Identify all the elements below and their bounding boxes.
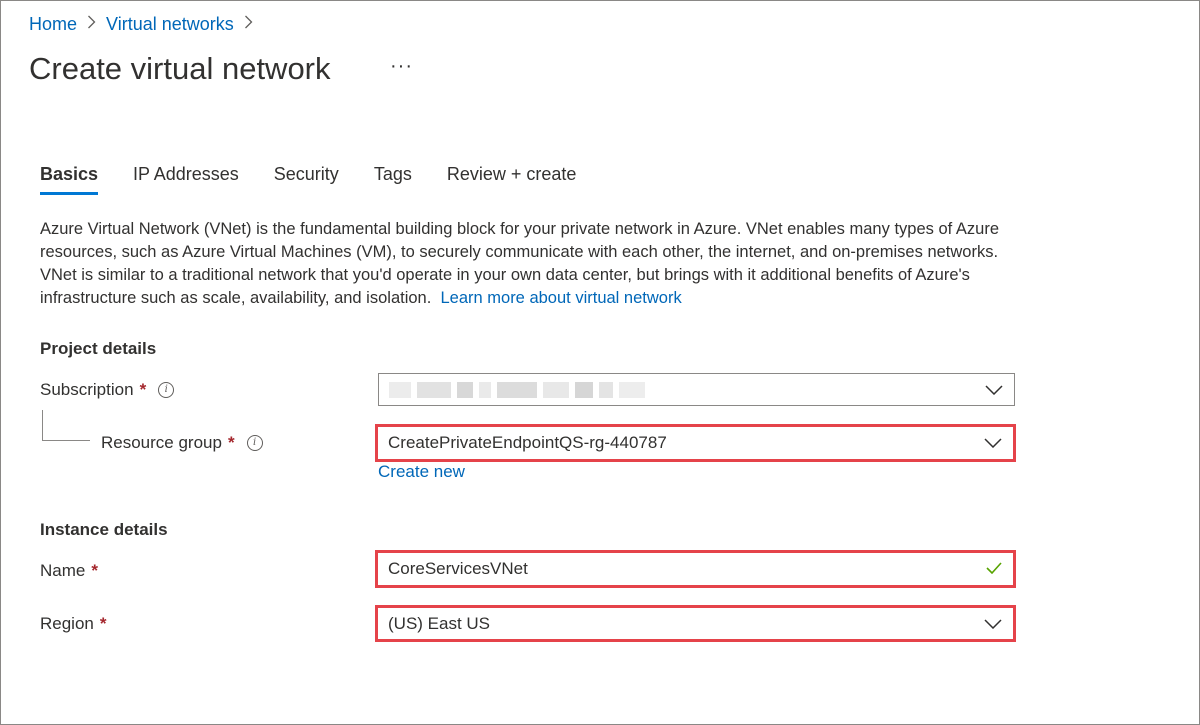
learn-more-link[interactable]: Learn more about virtual network (440, 289, 681, 307)
subscription-dropdown[interactable] (378, 373, 1015, 406)
create-new-link[interactable]: Create new (378, 462, 465, 482)
resource-group-label-text: Resource group (101, 433, 222, 452)
subscription-label-text: Subscription (40, 380, 134, 399)
description: Azure Virtual Network (VNet) is the fund… (40, 218, 1030, 310)
resource-group-label: Resource group * i (101, 433, 263, 453)
info-icon[interactable]: i (158, 382, 175, 398)
name-value: CoreServicesVNet (388, 559, 528, 578)
required-marker: * (91, 561, 98, 580)
required-marker: * (227, 433, 235, 452)
subscription-label: Subscription * i (40, 380, 175, 400)
resource-group-value: CreatePrivateEndpointQS-rg-440787 (388, 433, 667, 452)
chevron-down-icon (984, 614, 1002, 634)
tab-security[interactable]: Security (274, 164, 339, 193)
tree-connector (42, 440, 90, 441)
region-value: (US) East US (388, 613, 491, 633)
tab-review-create[interactable]: Review + create (447, 164, 577, 193)
page-title: Create virtual network (29, 51, 331, 86)
more-options-icon[interactable]: ··· (390, 55, 413, 78)
name-label-text: Name (40, 561, 86, 580)
subscription-redacted-value (389, 381, 651, 398)
name-label: Name * (40, 561, 98, 581)
instance-details-heading: Instance details (40, 520, 168, 539)
chevron-right-icon (244, 15, 253, 34)
info-icon[interactable]: i (246, 435, 263, 451)
checkmark-icon (986, 559, 1002, 579)
project-details-heading: Project details (40, 339, 157, 358)
required-marker: * (139, 380, 147, 399)
region-dropdown[interactable]: (US) East US (375, 605, 1016, 642)
region-label: Region * (40, 614, 107, 634)
name-input[interactable]: CoreServicesVNet (375, 550, 1016, 588)
breadcrumb: Home Virtual networks (29, 14, 263, 35)
tab-basics[interactable]: Basics (40, 164, 99, 195)
tab-ip-addresses[interactable]: IP Addresses (133, 164, 239, 193)
tree-connector (42, 410, 43, 440)
breadcrumb-virtual-networks-link[interactable]: Virtual networks (106, 14, 234, 35)
required-marker: * (99, 614, 107, 633)
chevron-down-icon (984, 433, 1002, 453)
tab-bar: Basics IP Addresses Security Tags Review… (40, 164, 611, 195)
breadcrumb-home-link[interactable]: Home (29, 14, 77, 35)
chevron-down-icon (985, 380, 1003, 400)
chevron-right-icon (87, 15, 96, 34)
tab-tags[interactable]: Tags (374, 164, 412, 193)
resource-group-dropdown[interactable]: CreatePrivateEndpointQS-rg-440787 (375, 424, 1016, 462)
region-label-text: Region (40, 614, 94, 633)
